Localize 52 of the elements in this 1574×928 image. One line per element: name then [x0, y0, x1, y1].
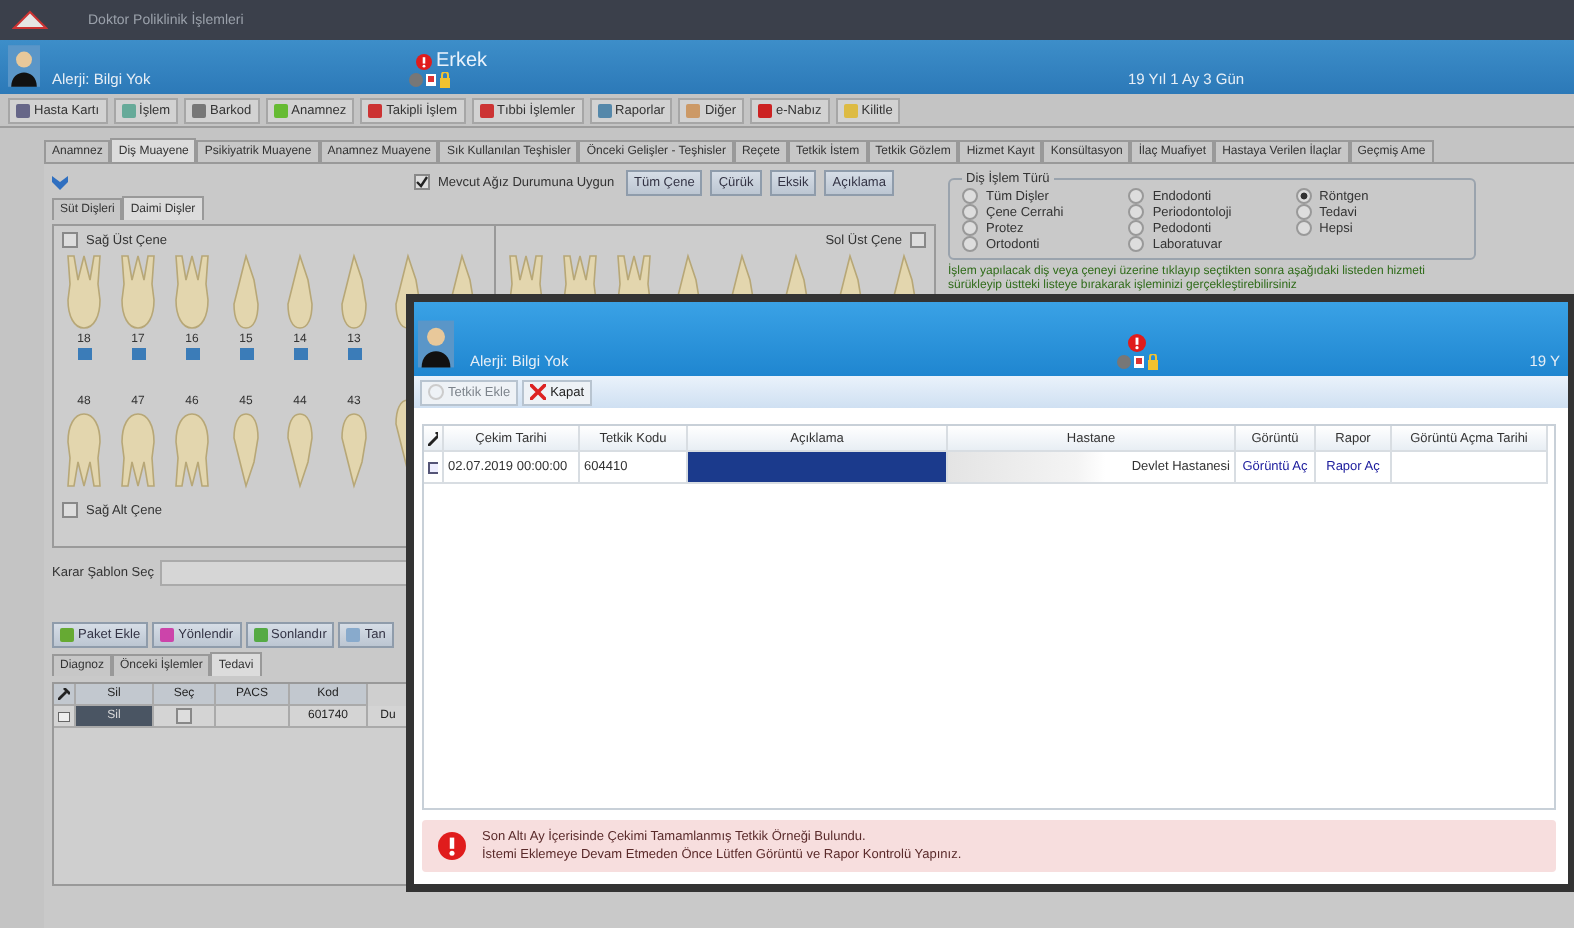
radio-button[interactable] — [962, 188, 978, 204]
toolbar-icon — [253, 628, 268, 642]
toolbar-icon — [273, 103, 288, 117]
chevron-down-icon[interactable] — [52, 175, 68, 189]
radio-button[interactable] — [1295, 220, 1312, 236]
wrench-icon — [428, 431, 438, 445]
checkbox[interactable] — [62, 502, 78, 518]
status-icons — [408, 72, 452, 88]
tooth-marker-icon[interactable] — [347, 348, 361, 360]
alert-icon — [416, 53, 432, 69]
app-logo — [12, 10, 48, 30]
toolbar-icon — [843, 103, 858, 117]
row-icon — [58, 711, 70, 721]
tooth-marker-icon[interactable] — [185, 348, 199, 360]
close-icon — [530, 384, 547, 400]
checkbox[interactable] — [910, 232, 926, 248]
radio-button[interactable] — [962, 220, 978, 236]
toolbar-icon — [160, 628, 175, 642]
toolbar-icon — [16, 103, 30, 117]
toolbar-icon — [479, 103, 494, 117]
toolbar-icon — [686, 103, 701, 117]
toolbar-icon — [346, 628, 361, 642]
radio-button[interactable] — [1128, 220, 1145, 236]
avatar-silhouette — [8, 44, 40, 88]
toolbar-icon — [121, 103, 136, 117]
toolbar-icon — [192, 103, 207, 117]
radio-button[interactable] — [1295, 204, 1312, 220]
toolbar-icon — [60, 628, 74, 642]
gender-label: Erkek — [436, 50, 488, 72]
checkbox[interactable] — [62, 232, 78, 248]
wrench-icon — [58, 688, 70, 700]
radio-button[interactable] — [1128, 204, 1145, 220]
toolbar-icon — [758, 103, 773, 117]
radio-button[interactable] — [962, 236, 978, 252]
checkbox[interactable] — [176, 708, 192, 724]
checkbox[interactable] — [414, 174, 430, 190]
avatar-silhouette — [418, 318, 454, 370]
radio-button[interactable] — [1128, 236, 1145, 252]
toolbar-icon — [597, 103, 612, 117]
tooth-marker-icon[interactable] — [293, 348, 307, 360]
status-icons — [1115, 354, 1160, 370]
radio-button[interactable] — [1128, 188, 1145, 204]
tooth-marker-icon[interactable] — [131, 348, 145, 360]
radio-button[interactable] — [1295, 188, 1312, 204]
row-icon — [428, 461, 438, 473]
tooth-marker-icon[interactable] — [77, 348, 91, 360]
radio-button[interactable] — [962, 204, 978, 220]
tooth-marker-icon[interactable] — [239, 348, 253, 360]
toolbar-icon — [368, 103, 383, 117]
warning-icon — [438, 832, 466, 860]
alert-icon — [1128, 334, 1147, 352]
clock-icon — [428, 384, 444, 400]
